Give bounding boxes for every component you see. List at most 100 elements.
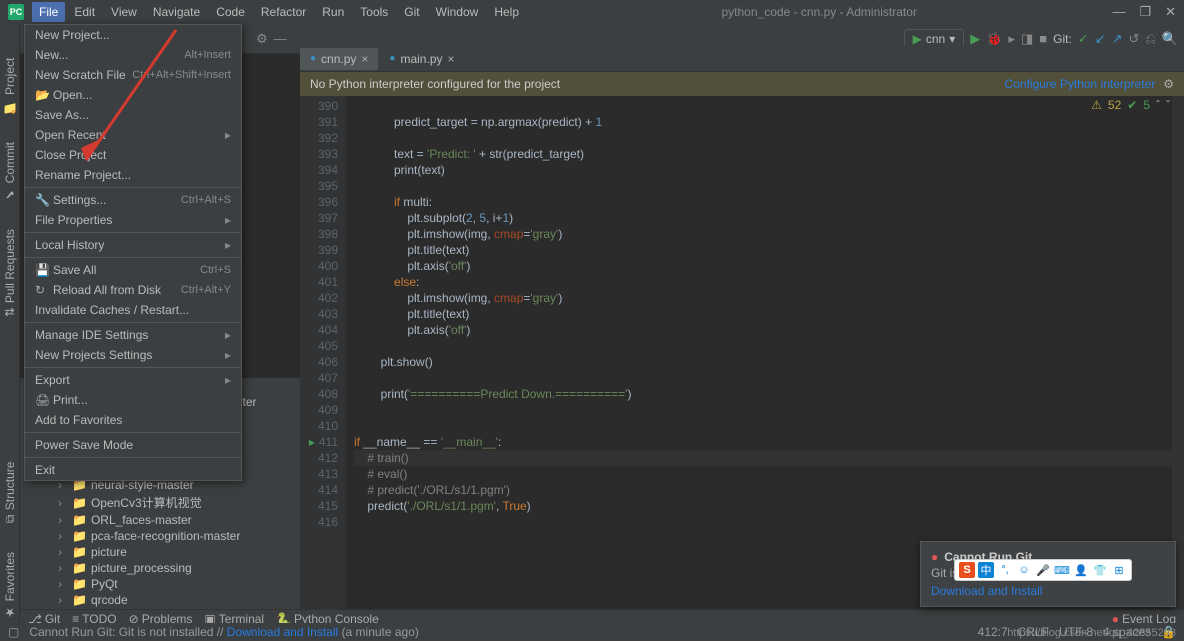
menu-code[interactable]: Code — [209, 2, 252, 22]
watermark: https://blog.csdn.net/qq_42855293 — [1007, 627, 1176, 639]
banner-link[interactable]: Configure Python interpreter — [1004, 77, 1155, 91]
ime-voice-icon[interactable]: 🎤 — [1035, 562, 1051, 578]
ime-punct-icon[interactable]: °, — [997, 562, 1013, 578]
code-editor[interactable]: 3903913923933943953963973983994004014024… — [300, 96, 1184, 609]
tree-node[interactable]: ›📁picture — [20, 544, 300, 560]
menu-tools[interactable]: Tools — [353, 2, 395, 22]
menu-open-recent[interactable]: Open Recent▸ — [25, 125, 241, 145]
menu-new-scratch[interactable]: New Scratch FileCtrl+Alt+Shift+Insert — [25, 65, 241, 85]
gutter: 3903913923933943953963973983994004014024… — [300, 96, 346, 609]
search-icon[interactable]: 🔍 — [1162, 31, 1178, 47]
titlebar: PC File Edit View Navigate Code Refactor… — [0, 0, 1184, 24]
tree-node[interactable]: ›📁qrcode — [20, 592, 300, 608]
menu-file-properties[interactable]: File Properties▸ — [25, 210, 241, 230]
menu-export[interactable]: Export▸ — [25, 370, 241, 390]
menu-navigate[interactable]: Navigate — [146, 2, 207, 22]
run-button[interactable]: ▶ — [970, 31, 980, 47]
inspection-summary[interactable]: ⚠52 ✔5 ˆˇ — [1091, 98, 1170, 112]
collapse-icon[interactable]: — — [274, 31, 287, 46]
ime-sogou-icon[interactable]: S — [959, 562, 975, 578]
git-label: Git: — [1053, 32, 1072, 46]
menu-power-save[interactable]: Power Save Mode — [25, 435, 241, 455]
history-icon[interactable]: ↺ — [1129, 31, 1140, 47]
editor-tabs: ●cnn.py× ●main.py× — [300, 46, 1184, 72]
code-content[interactable]: predict_target = np.argmax(predict) + 1 … — [346, 96, 1184, 609]
git-update-icon[interactable]: ✓ — [1078, 31, 1089, 47]
settings-icon[interactable]: ⚙ — [256, 31, 268, 47]
debug-button[interactable]: 🐞 — [986, 31, 1002, 47]
ime-keyboard-icon[interactable]: ⌨ — [1054, 562, 1070, 578]
menu-settings[interactable]: 🔧Settings...Ctrl+Alt+S — [25, 190, 241, 210]
left-tool-strip: 📁Project ✔Commit ⇅Pull Requests ⧉Structu… — [0, 24, 20, 623]
menu-print[interactable]: 🖨Print... — [25, 390, 241, 410]
menu-edit[interactable]: Edit — [67, 2, 102, 22]
minimize-button[interactable]: — — [1112, 4, 1125, 20]
file-menu-dropdown: New Project... New...Alt+Insert New Scra… — [24, 24, 242, 481]
tab-structure[interactable]: ⧉Structure — [1, 458, 19, 527]
notif-action[interactable]: Download and Install — [931, 584, 1165, 598]
app-icon: PC — [8, 4, 24, 20]
menu-manage-ide[interactable]: Manage IDE Settings▸ — [25, 325, 241, 345]
editor-area: ●cnn.py× ●main.py× No Python interpreter… — [300, 46, 1184, 609]
ime-lang-icon[interactable]: 中 — [978, 562, 994, 578]
status-link[interactable]: Download and Install — [227, 625, 338, 639]
menu-bar: File Edit View Navigate Code Refactor Ru… — [32, 2, 526, 22]
close-button[interactable]: ✕ — [1165, 4, 1176, 20]
menu-save-as[interactable]: Save As... — [25, 105, 241, 125]
menu-reload[interactable]: ↻Reload All from DiskCtrl+Alt+Y — [25, 280, 241, 300]
git-commit-icon[interactable]: ↙ — [1095, 31, 1106, 47]
tab-main[interactable]: ●main.py× — [379, 48, 465, 70]
status-icon[interactable]: ▢ — [8, 625, 19, 639]
menu-new-projects-settings[interactable]: New Projects Settings▸ — [25, 345, 241, 365]
menu-run[interactable]: Run — [315, 2, 351, 22]
menu-close-project[interactable]: Close Project — [25, 145, 241, 165]
dropdown-icon: ▾ — [949, 32, 955, 46]
menu-save-all[interactable]: 💾Save AllCtrl+S — [25, 260, 241, 280]
ime-toolbar[interactable]: S 中 °, ☺ 🎤 ⌨ 👤 👕 ⊞ — [954, 559, 1132, 581]
tree-node[interactable]: ›📁OpenCv3计算机视觉 — [20, 493, 300, 512]
tab-commit[interactable]: ✔Commit — [1, 138, 19, 205]
ime-tool-icon[interactable]: ⊞ — [1111, 562, 1127, 578]
menu-exit[interactable]: Exit — [25, 460, 241, 480]
tab-pull-requests[interactable]: ⇅Pull Requests — [1, 225, 19, 321]
stop-button[interactable]: ■ — [1039, 31, 1047, 46]
close-icon[interactable]: × — [448, 52, 455, 66]
close-icon[interactable]: × — [361, 52, 368, 66]
menu-invalidate[interactable]: Invalidate Caches / Restart... — [25, 300, 241, 320]
tree-node[interactable]: ›📁pca-face-recognition-master — [20, 528, 300, 544]
error-icon: ● — [931, 550, 938, 564]
menu-local-history[interactable]: Local History▸ — [25, 235, 241, 255]
ime-skin-icon[interactable]: 👕 — [1092, 562, 1108, 578]
menu-refactor[interactable]: Refactor — [254, 2, 313, 22]
status-message: Cannot Run Git: Git is not installed // … — [29, 625, 419, 639]
menu-new-project[interactable]: New Project... — [25, 25, 241, 45]
ime-emoji-icon[interactable]: ☺ — [1016, 562, 1032, 578]
rollback-icon[interactable]: ⎌ — [1145, 31, 1155, 47]
menu-add-favorites[interactable]: Add to Favorites — [25, 410, 241, 430]
menu-help[interactable]: Help — [487, 2, 526, 22]
caret-position[interactable]: 412:7 — [978, 625, 1008, 639]
ime-user-icon[interactable]: 👤 — [1073, 562, 1089, 578]
profile-button[interactable]: ◨ — [1021, 31, 1033, 47]
tree-node[interactable]: ›📁PyQt — [20, 576, 300, 592]
menu-git[interactable]: Git — [397, 2, 426, 22]
gear-icon[interactable]: ⚙ — [1163, 77, 1174, 91]
tab-favorites[interactable]: ★Favorites — [1, 548, 19, 623]
menu-open[interactable]: 📂Open... — [25, 85, 241, 105]
window-title: python_code - cnn.py - Administrator — [526, 5, 1112, 19]
menu-new[interactable]: New...Alt+Insert — [25, 45, 241, 65]
tree-node[interactable]: ›📁picture_processing — [20, 560, 300, 576]
maximize-button[interactable]: ❐ — [1139, 4, 1151, 20]
run-config-icon: ▶ — [913, 32, 922, 46]
coverage-button[interactable]: ▸ — [1008, 31, 1015, 47]
menu-window[interactable]: Window — [429, 2, 486, 22]
tab-cnn[interactable]: ●cnn.py× — [300, 48, 379, 70]
menu-file[interactable]: File — [32, 2, 65, 22]
tree-node[interactable]: ›📁ORL_faces-master — [20, 512, 300, 528]
tab-project[interactable]: 📁Project — [1, 54, 19, 118]
menu-view[interactable]: View — [104, 2, 144, 22]
menu-rename-project[interactable]: Rename Project... — [25, 165, 241, 185]
git-push-icon[interactable]: ↗ — [1112, 31, 1123, 47]
marker-bar[interactable] — [1172, 96, 1184, 609]
banner-message: No Python interpreter configured for the… — [310, 77, 560, 91]
